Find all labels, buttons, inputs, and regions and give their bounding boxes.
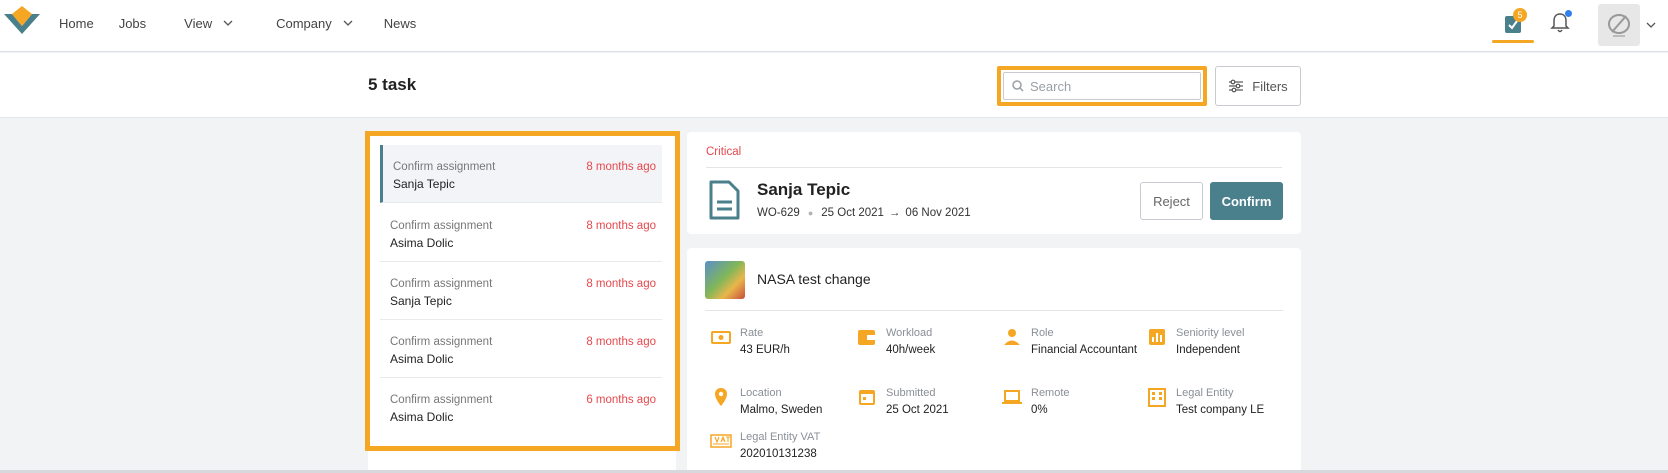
nav-company[interactable]: Company: [276, 16, 354, 31]
field-value: 0%: [1031, 404, 1048, 416]
task-time: 8 months ago: [586, 278, 656, 290]
work-order-meta: WO-629 ● 25 Oct 2021 → 06 Nov 2021: [757, 207, 971, 219]
chevron-down-icon: [223, 20, 233, 26]
field-label: Rate: [740, 327, 764, 339]
priority-label: Critical: [706, 146, 742, 158]
nav-company-label: Company: [276, 15, 332, 31]
chevron-down-icon: [343, 20, 353, 26]
calendar-icon: [859, 390, 875, 405]
person-icon: [1004, 329, 1020, 345]
field-label: Workload: [886, 327, 933, 339]
task-person: Asima Dolic: [390, 352, 454, 366]
search-input[interactable]: Search: [1003, 72, 1201, 100]
bar-chart-icon: [1149, 329, 1165, 345]
document-icon: [709, 180, 740, 220]
task-person: Asima Dolic: [390, 410, 454, 424]
divider: [705, 310, 1283, 311]
reject-button[interactable]: Reject: [1140, 182, 1203, 220]
field-value: 40h/week: [886, 344, 936, 356]
assignee-name: Sanja Tepic: [757, 180, 851, 199]
nav-news[interactable]: News: [384, 16, 417, 31]
job-title: NASA test change: [757, 271, 871, 287]
end-date: 06 Nov 2021: [905, 207, 971, 219]
chevron-down-icon[interactable]: [1645, 19, 1657, 31]
task-list-item[interactable]: Confirm assignment Sanja Tepic 8 months …: [380, 262, 662, 320]
task-type: Confirm assignment: [393, 161, 496, 173]
wallet-icon: [858, 330, 875, 345]
job-detail-card: NASA test change Rate 43 EUR/h Workload …: [687, 248, 1301, 473]
field-value: 25 Oct 2021: [886, 404, 949, 416]
task-person: Sanja Tepic: [390, 294, 452, 308]
field-value: Financial Accountant: [1031, 344, 1138, 356]
notification-dot: [1565, 10, 1572, 17]
satellite-dish-icon: [1608, 14, 1630, 37]
field-label: Submitted: [886, 387, 936, 399]
main-nav: Home Jobs View Company News: [59, 0, 416, 46]
task-list-item[interactable]: Confirm assignment Sanja Tepic 8 months …: [380, 145, 662, 203]
nav-view[interactable]: View: [184, 16, 234, 31]
nav-jobs[interactable]: Jobs: [119, 16, 146, 31]
filters-button[interactable]: Filters: [1215, 66, 1301, 106]
top-navigation-bar: Home Jobs View Company News 5: [0, 0, 1668, 52]
filters-label: Filters: [1252, 78, 1288, 94]
field-value: Test company LE: [1176, 404, 1265, 416]
app-logo[interactable]: [2, 4, 42, 42]
field-value: Independent: [1176, 344, 1240, 356]
search-icon: [1012, 80, 1024, 92]
task-list-item[interactable]: Confirm assignment Asima Dolic 8 months …: [380, 204, 662, 262]
work-order-id: WO-629: [757, 207, 800, 219]
nav-view-label: View: [184, 15, 213, 31]
task-type: Confirm assignment: [390, 336, 493, 348]
task-time: 6 months ago: [586, 394, 656, 406]
task-time: 8 months ago: [586, 220, 656, 232]
vat-icon: [710, 434, 732, 448]
task-count-title: 5 task: [368, 75, 417, 94]
money-icon: [711, 331, 731, 344]
building-icon: [1148, 388, 1166, 407]
nav-home[interactable]: Home: [59, 16, 94, 31]
field-label: Role: [1031, 327, 1054, 339]
divider: [706, 167, 1282, 168]
task-detail-header-card: Critical Sanja Tepic WO-629 ● 25 Oct 202…: [687, 132, 1301, 234]
separator-dot: ●: [807, 208, 814, 218]
company-logo-avatar[interactable]: [1598, 4, 1640, 46]
confirm-button[interactable]: Confirm: [1210, 182, 1283, 220]
task-list-item[interactable]: Confirm assignment Asima Dolic 8 months …: [380, 320, 662, 378]
field-label: Seniority level: [1176, 327, 1245, 339]
field-label: Legal Entity VAT: [740, 431, 821, 443]
tasks-count-badge: 5: [1513, 8, 1527, 22]
task-person: Sanja Tepic: [393, 177, 455, 191]
field-value: 202010131238: [740, 448, 817, 460]
start-date: 25 Oct 2021: [821, 207, 884, 219]
location-pin-icon: [715, 388, 727, 406]
task-type: Confirm assignment: [390, 220, 493, 232]
task-type: Confirm assignment: [390, 394, 493, 406]
active-tab-indicator: [1492, 40, 1534, 43]
task-list-item[interactable]: Confirm assignment Asima Dolic 6 months …: [380, 378, 662, 436]
task-person: Asima Dolic: [390, 236, 454, 250]
field-label: Legal Entity: [1176, 387, 1234, 399]
task-time: 8 months ago: [586, 336, 656, 348]
field-label: Location: [740, 387, 782, 399]
field-label: Remote: [1031, 387, 1070, 399]
sliders-icon: [1229, 79, 1244, 93]
field-value: 43 EUR/h: [740, 344, 790, 356]
job-thumbnail: [705, 261, 745, 299]
field-value: Malmo, Sweden: [740, 404, 823, 416]
arrow-right-icon: →: [888, 207, 901, 219]
task-time: 8 months ago: [586, 161, 656, 173]
laptop-icon: [1002, 390, 1022, 404]
search-placeholder: Search: [1030, 78, 1072, 94]
task-type: Confirm assignment: [390, 278, 493, 290]
task-header: 5 task Search Filters: [0, 53, 1668, 118]
